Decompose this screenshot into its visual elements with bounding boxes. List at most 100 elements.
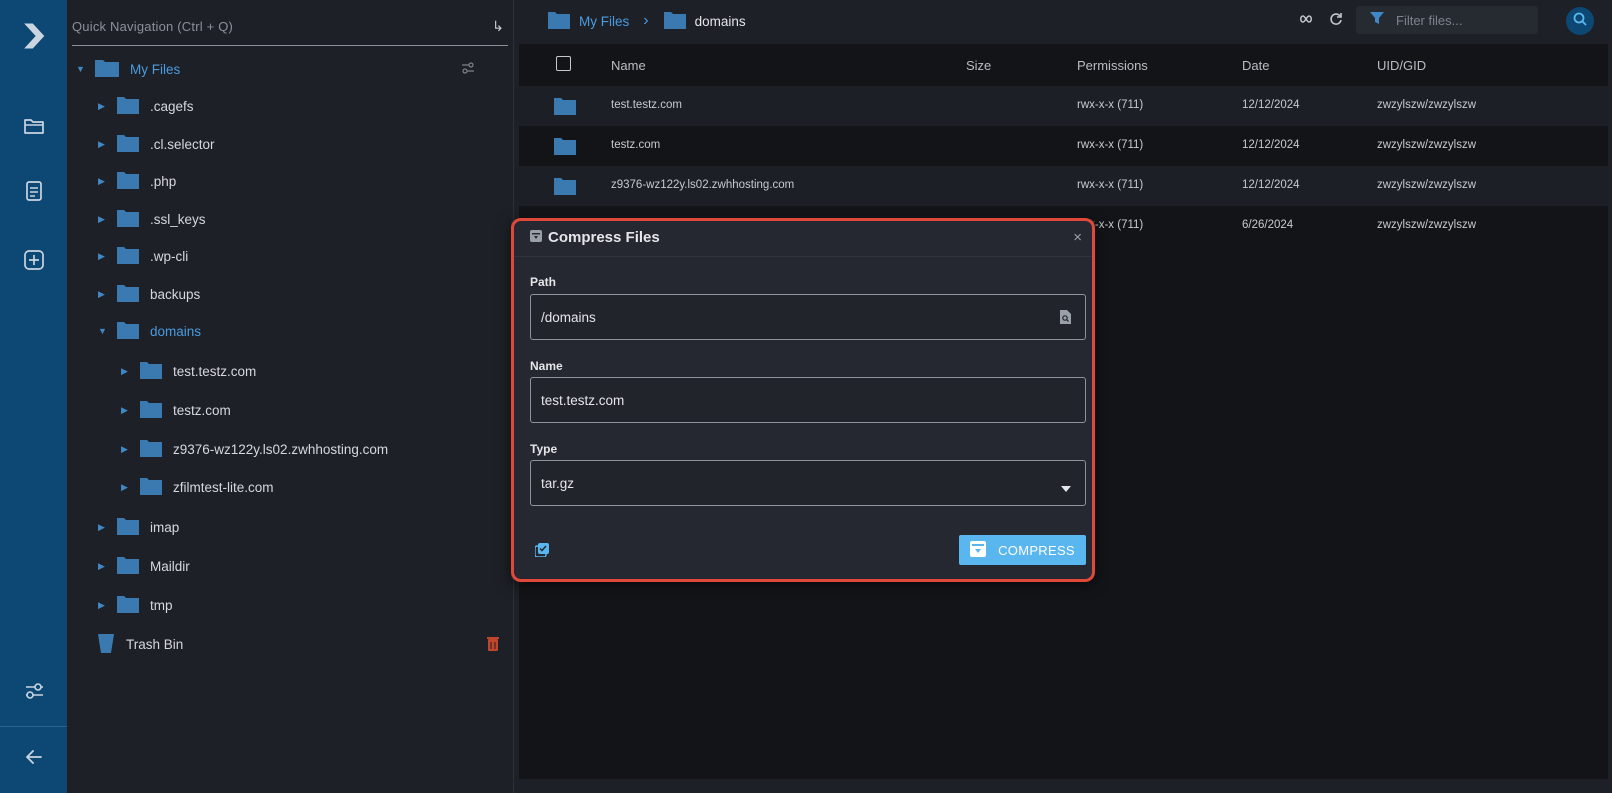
column-header-size[interactable]: Size <box>966 58 991 73</box>
filter-input[interactable] <box>1396 12 1526 28</box>
tree-item[interactable]: ▶ z9376-wz122y.ls02.zwhhosting.com <box>121 436 388 462</box>
caret-right-icon[interactable]: ▶ <box>121 482 131 493</box>
breadcrumb: My Files › domains <box>547 10 746 32</box>
tree-item-label: .cagefs <box>150 98 194 114</box>
search-button[interactable] <box>1566 7 1594 35</box>
folder-icon <box>139 476 163 499</box>
icon-rail <box>0 0 67 793</box>
breadcrumb-current[interactable]: domains <box>695 14 746 29</box>
folder-icon <box>116 245 140 268</box>
cell-date: 12/12/2024 <box>1242 99 1300 111</box>
table-header: Name Size Permissions Date UID/GID <box>519 44 1608 86</box>
tree-item[interactable]: ▶ tmp <box>98 592 173 618</box>
cell-name: z9376-wz122y.ls02.zwhhosting.com <box>611 179 795 191</box>
column-header-date[interactable]: Date <box>1242 58 1269 73</box>
cell-name: testz.com <box>611 139 661 151</box>
folder-icon[interactable] <box>0 111 67 141</box>
back-arrow-icon[interactable] <box>0 742 67 772</box>
enter-icon[interactable]: ↳ <box>492 18 504 35</box>
caret-right-icon[interactable]: ▶ <box>121 366 131 377</box>
cell-permissions: rwx-x-x (711) <box>1077 179 1144 191</box>
folder-icon <box>116 208 140 231</box>
select-all-checkbox[interactable] <box>556 56 571 71</box>
tree-item-label: .cl.selector <box>150 136 215 152</box>
caret-down-icon[interactable]: ▼ <box>98 326 108 336</box>
tree-item-label: .php <box>150 173 177 189</box>
caret-right-icon[interactable]: ▶ <box>98 561 108 572</box>
tree-root-my-files[interactable]: ▼ My Files <box>76 56 180 82</box>
archive-icon <box>970 540 987 560</box>
tree-item[interactable]: ▶ .php <box>98 168 176 194</box>
column-header-permissions[interactable]: Permissions <box>1077 58 1148 73</box>
add-icon[interactable] <box>0 245 67 275</box>
column-header-uid-gid[interactable]: UID/GID <box>1377 58 1426 73</box>
compress-button[interactable]: COMPRESS <box>959 535 1086 565</box>
dropdown-arrow-icon[interactable] <box>1061 480 1071 495</box>
tree-item[interactable]: ▶ imap <box>98 514 179 540</box>
quick-navigation-input[interactable]: Quick Navigation (Ctrl + Q) ↳ <box>72 8 508 46</box>
logo-icon[interactable] <box>0 18 67 54</box>
folder-icon <box>139 399 163 422</box>
cell-permissions: rwx-x-x (711) <box>1077 99 1144 111</box>
tree-item[interactable]: ▶ testz.com <box>121 397 231 423</box>
filter-files-field[interactable] <box>1356 6 1538 34</box>
tree-item[interactable]: ▶ .ssl_keys <box>98 206 206 232</box>
name-value: test.testz.com <box>541 392 625 408</box>
empty-trash-icon[interactable] <box>487 636 499 656</box>
folder-open-icon <box>116 320 140 343</box>
caret-right-icon[interactable]: ▶ <box>98 289 108 300</box>
table-row[interactable]: z9376-wz122y.ls02.zwhhosting.com rwx-x-x… <box>519 166 1608 206</box>
tree-item[interactable]: ▶ .wp-cli <box>98 243 188 269</box>
tree-item[interactable]: ▶ .cl.selector <box>98 131 215 157</box>
tree-item-label: test.testz.com <box>173 363 257 379</box>
folder-icon <box>116 170 140 193</box>
tree-item-label: backups <box>150 286 201 302</box>
browse-file-icon[interactable] <box>1060 310 1071 327</box>
tree-item-label: My Files <box>130 61 181 77</box>
dialog-title: Compress Files <box>548 229 660 246</box>
tree-item[interactable]: ▶ zfilmtest-lite.com <box>121 474 274 500</box>
compress-files-dialog: Compress Files × Path /domains Name test… <box>511 219 1094 580</box>
caret-right-icon[interactable]: ▶ <box>98 522 108 533</box>
file-manager-app: Quick Navigation (Ctrl + Q) ↳ ▼ My Files… <box>0 0 1612 793</box>
link-icon[interactable] <box>1298 12 1314 31</box>
caret-right-icon[interactable]: ▶ <box>98 600 108 611</box>
caret-right-icon[interactable]: ▶ <box>98 176 108 187</box>
cell-uid-gid: zwzylszw/zwzylszw <box>1377 219 1477 231</box>
tree-item-domains[interactable]: ▼ domains <box>98 318 201 344</box>
table-row[interactable]: test.testz.com rwx-x-x (711) 12/12/2024 … <box>519 86 1608 126</box>
path-field[interactable]: /domains <box>530 294 1086 340</box>
name-field[interactable]: test.testz.com <box>530 377 1086 423</box>
caret-right-icon[interactable]: ▶ <box>98 139 108 150</box>
quick-navigation-placeholder: Quick Navigation (Ctrl + Q) <box>72 19 234 34</box>
tree-item-trash-bin[interactable]: Trash Bin <box>96 631 183 657</box>
checkbox-checked-icon[interactable] <box>534 543 549 562</box>
caret-right-icon[interactable]: ▶ <box>121 405 131 416</box>
dialog-header: Compress Files × <box>511 219 1094 257</box>
refresh-icon[interactable] <box>1329 12 1343 31</box>
caret-right-icon[interactable]: ▶ <box>98 214 108 225</box>
table-row[interactable]: testz.com rwx-x-x (711) 12/12/2024 zwzyl… <box>519 126 1608 166</box>
type-select[interactable]: tar.gz <box>530 460 1086 506</box>
caret-right-icon[interactable]: ▶ <box>98 101 108 112</box>
caret-down-icon[interactable]: ▼ <box>76 64 86 74</box>
caret-right-icon[interactable]: ▶ <box>98 251 108 262</box>
cell-date: 6/26/2024 <box>1242 219 1294 231</box>
folder-icon <box>116 95 140 118</box>
document-icon[interactable] <box>0 176 67 206</box>
caret-right-icon[interactable]: ▶ <box>121 444 131 455</box>
folder-icon <box>139 438 163 461</box>
tree-settings-icon[interactable] <box>461 61 475 80</box>
tree-item[interactable]: ▶ test.testz.com <box>121 358 256 384</box>
breadcrumb-root[interactable]: My Files <box>579 14 629 29</box>
close-icon[interactable]: × <box>1073 229 1082 246</box>
name-label: Name <box>530 359 563 373</box>
chevron-right-icon: › <box>643 12 649 29</box>
tree-item[interactable]: ▶ backups <box>98 281 200 307</box>
folder-icon <box>553 96 577 121</box>
search-icon <box>1573 12 1587 31</box>
tree-item[interactable]: ▶ .cagefs <box>98 93 194 119</box>
tree-item[interactable]: ▶ Maildir <box>98 553 190 579</box>
settings-sliders-icon[interactable] <box>0 676 67 706</box>
column-header-name[interactable]: Name <box>611 58 646 73</box>
